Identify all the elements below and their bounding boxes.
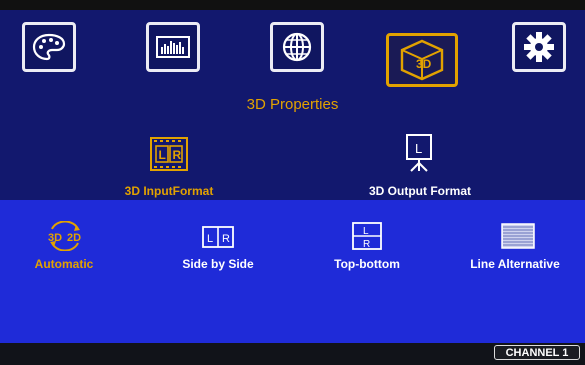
projector-screen-icon: L bbox=[406, 134, 432, 172]
input-format-option[interactable]: L R bbox=[150, 137, 188, 171]
line-alternative-icon bbox=[501, 223, 535, 249]
gear-icon bbox=[524, 32, 554, 62]
menu-lower-panel bbox=[0, 200, 585, 343]
automatic-option[interactable]: 3D 2D bbox=[46, 221, 84, 251]
menu-audio-button[interactable] bbox=[146, 22, 200, 72]
channel-badge: CHANNEL 1 bbox=[494, 345, 580, 360]
input-icon-left-letter: L bbox=[159, 148, 166, 162]
3d-cube-icon: 3D bbox=[400, 39, 444, 81]
menu-settings-button[interactable] bbox=[512, 22, 566, 72]
tb-icon-bottom-letter: R bbox=[363, 239, 370, 250]
side-by-side-label: Side by Side bbox=[182, 257, 254, 271]
output-icon-letter: L bbox=[415, 141, 422, 156]
palette-icon bbox=[32, 33, 66, 61]
tb-icon-top-letter: L bbox=[363, 226, 369, 237]
side-by-side-option[interactable]: L R bbox=[202, 226, 234, 248]
top-bottom-label: Top-bottom bbox=[334, 257, 400, 271]
line-alternative-label: Line Alternative bbox=[470, 257, 560, 271]
3d-2d-auto-icon: 3D 2D bbox=[48, 221, 81, 251]
osd-screen: 3D 3D Properties L R 3D InputFormat L 3D… bbox=[0, 0, 585, 365]
menu-3d-button[interactable]: 3D bbox=[386, 33, 458, 87]
input-format-label: 3D InputFormat bbox=[124, 184, 214, 198]
sbs-icon-right-letter: R bbox=[222, 233, 230, 245]
lr-film-icon: L R bbox=[150, 137, 188, 171]
automatic-label: Automatic bbox=[34, 257, 94, 271]
top-edge bbox=[0, 0, 585, 10]
auto-icon-2d-text: 2D bbox=[67, 232, 81, 244]
top-bottom-option[interactable]: L R bbox=[352, 222, 382, 250]
input-icon-right-letter: R bbox=[173, 148, 182, 162]
menu-network-button[interactable] bbox=[270, 22, 324, 72]
globe-icon bbox=[282, 32, 312, 62]
svg-text:3D: 3D bbox=[416, 57, 432, 71]
section-title: 3D Properties bbox=[246, 96, 339, 113]
output-format-option[interactable]: L bbox=[404, 133, 434, 173]
signal-bars-icon bbox=[156, 36, 190, 58]
line-alternative-option[interactable] bbox=[501, 223, 535, 249]
sbs-icon-left-letter: L bbox=[207, 233, 213, 245]
auto-icon-3d-text: 3D bbox=[48, 232, 62, 244]
top-bottom-icon: L R bbox=[352, 222, 382, 250]
output-format-label: 3D Output Format bbox=[369, 184, 471, 198]
side-by-side-icon: L R bbox=[202, 226, 234, 248]
menu-color-button[interactable] bbox=[22, 22, 76, 72]
